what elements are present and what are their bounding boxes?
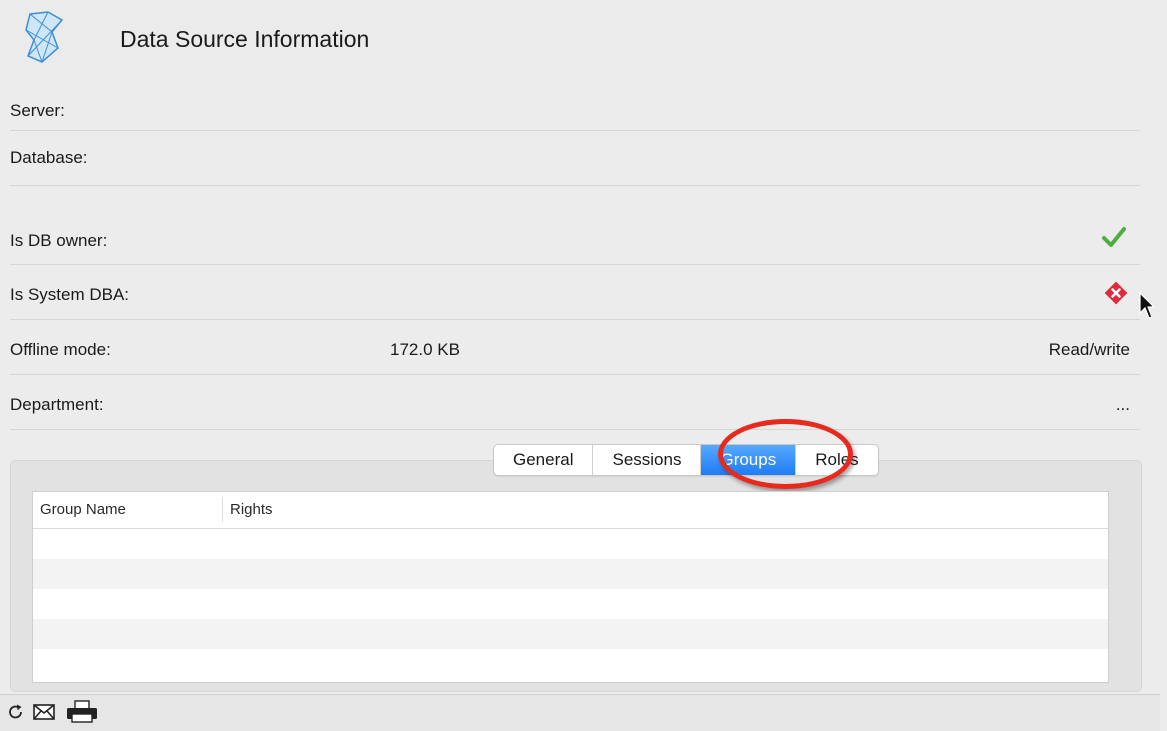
system-dba-row: Is System DBA: [10, 265, 1140, 320]
bottom-toolbar [0, 694, 1160, 731]
system-dba-status [1104, 281, 1128, 310]
print-icon [67, 700, 97, 723]
mail-icon [33, 704, 55, 720]
table-header: Group Name Rights [33, 492, 1108, 529]
error-icon [1104, 281, 1128, 305]
table-row [33, 529, 1108, 559]
offline-access: Read/write [1048, 340, 1130, 359]
column-divider [222, 498, 223, 522]
mouse-cursor-icon [1139, 292, 1155, 319]
title-bar: Data Source Information [0, 0, 1160, 75]
groups-table: Group Name Rights [32, 491, 1109, 683]
print-button[interactable] [62, 699, 102, 725]
department-more-button[interactable]: ... [1116, 395, 1130, 415]
app-logo-icon [25, 11, 64, 63]
db-owner-row: Is DB owner: [10, 186, 1140, 265]
server-row: Server: [10, 74, 1140, 131]
server-label: Server: [10, 101, 65, 120]
offline-size: 172.0 KB [390, 340, 460, 359]
table-row [33, 589, 1108, 619]
offline-label: Offline mode: [10, 340, 111, 359]
tab-groups[interactable]: Groups [701, 445, 797, 475]
window-title: Data Source Information [120, 26, 370, 52]
db-owner-status [1102, 226, 1126, 253]
table-row [33, 649, 1108, 679]
column-group-name[interactable]: Group Name [40, 501, 126, 518]
tab-roles[interactable]: Roles [796, 445, 877, 475]
info-panel: Server: Database: Is DB owner: Is System… [0, 74, 1160, 434]
offline-row: Offline mode: 172.0 KB Read/write [10, 320, 1140, 375]
department-label: Department: [10, 395, 104, 414]
check-icon [1102, 227, 1126, 247]
database-row: Database: [10, 131, 1140, 186]
email-button[interactable] [32, 699, 56, 725]
refresh-icon [9, 704, 22, 719]
database-label: Database: [10, 148, 88, 167]
refresh-button[interactable] [4, 699, 28, 725]
tab-bar: General Sessions Groups Roles [493, 444, 879, 476]
system-dba-label: Is System DBA: [10, 285, 130, 304]
table-row [33, 619, 1108, 649]
column-rights[interactable]: Rights [230, 501, 273, 518]
db-owner-label: Is DB owner: [10, 231, 108, 250]
table-row [33, 559, 1108, 589]
tab-sessions[interactable]: Sessions [593, 445, 702, 475]
department-row: Department: ... [10, 375, 1140, 430]
tab-general[interactable]: General [494, 445, 594, 475]
